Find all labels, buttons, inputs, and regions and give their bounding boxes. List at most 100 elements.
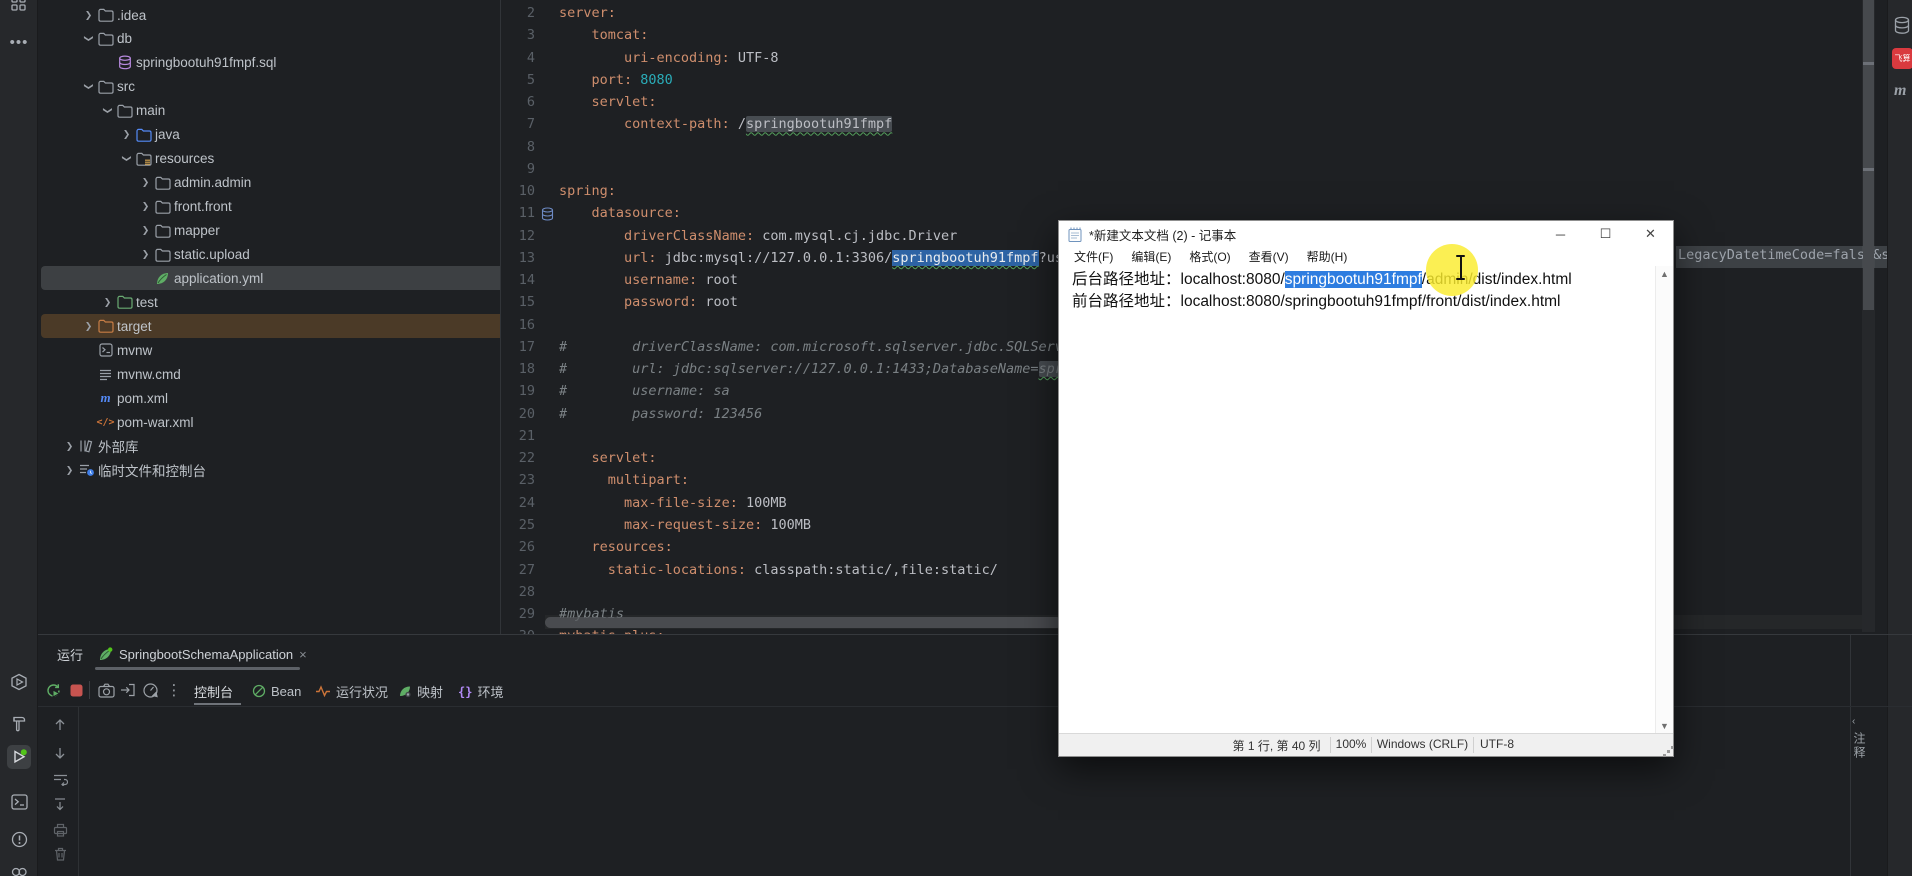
folder-icon <box>97 31 114 47</box>
bean-icon <box>252 684 266 698</box>
folder-resources-icon <box>135 151 152 167</box>
thread-dump-camera-icon[interactable] <box>95 679 117 701</box>
tree-item-mvnw.cmd[interactable]: mvnw.cmd <box>38 362 500 386</box>
chevron-collapsed-icon[interactable]: ❯ <box>80 321 97 332</box>
close-button[interactable]: ✕ <box>1628 221 1673 247</box>
tree-item-label: db <box>117 31 133 47</box>
view-tab-console[interactable]: 控制台 <box>194 680 233 702</box>
tree-item-pom.xml[interactable]: m pom.xml <box>38 386 500 410</box>
scroll-to-end-icon[interactable] <box>51 795 69 813</box>
plugin-badge-icon[interactable]: 飞算 <box>1892 48 1912 69</box>
run-toolwindow-icon[interactable] <box>7 745 31 769</box>
tree-item-static.upload[interactable]: ❯ static.upload <box>38 243 500 267</box>
tree-item-.idea[interactable]: ❯ .idea <box>38 3 500 27</box>
code-line-20: # password: 123456 <box>559 405 763 422</box>
chevron-collapsed-icon[interactable]: ❯ <box>137 201 154 212</box>
view-tab-bean[interactable]: Bean <box>252 680 301 702</box>
database-toolwindow-icon[interactable] <box>1893 16 1911 35</box>
menu-item-4[interactable]: 帮助(H) <box>1298 247 1357 266</box>
notepad-window[interactable]: *新建文本文档 (2) - 记事本 ─ ☐ ✕ 文件(F) 编辑(E) 格式(O) 查… <box>1058 220 1674 757</box>
chevron-expanded-icon[interactable]: ❯ <box>83 30 94 47</box>
more-toolwindows-icon[interactable]: ••• <box>7 30 31 54</box>
chevron-collapsed-icon[interactable]: ❯ <box>61 441 78 452</box>
terminal-icon[interactable] <box>7 790 31 814</box>
chevron-expanded-icon[interactable]: ❯ <box>102 102 113 119</box>
tree-item-front.front[interactable]: ❯ front.front <box>38 195 500 219</box>
line-number: 6 <box>526 94 535 111</box>
chevron-collapsed-icon[interactable]: ❯ <box>99 297 116 308</box>
menu-item-0[interactable]: 文件(F) <box>1065 247 1122 266</box>
more-options-kebab-icon[interactable]: ⋮ <box>163 679 185 701</box>
chevron-collapsed-icon[interactable]: ❯ <box>137 177 154 188</box>
services-icon[interactable] <box>7 670 31 694</box>
divider <box>1473 737 1474 753</box>
tree-item-main[interactable]: ❯ main <box>38 99 500 123</box>
tree-item-mvnw[interactable]: mvnw <box>38 338 500 362</box>
clear-trash-icon[interactable] <box>51 845 69 863</box>
view-tab-mapping[interactable]: 映射 <box>398 680 443 702</box>
tree-item--[interactable]: ❯ 外部库 <box>38 434 500 458</box>
scroll-down-icon[interactable] <box>51 744 69 762</box>
minimize-button[interactable]: ─ <box>1538 221 1583 247</box>
tree-item-target[interactable]: ❯ target <box>38 314 500 339</box>
tree-item-application.yml[interactable]: application.yml <box>38 266 500 291</box>
tree-item-label: src <box>117 79 135 95</box>
gauge-icon[interactable] <box>139 679 161 701</box>
profiler-icon[interactable] <box>7 860 31 876</box>
close-tab-icon[interactable]: × <box>299 647 307 662</box>
folder-java-icon <box>135 127 152 143</box>
problems-icon[interactable] <box>7 827 31 851</box>
editor-vertical-scrollbar-thumb[interactable] <box>1863 0 1874 310</box>
attach-debugger-icon[interactable] <box>117 679 139 701</box>
print-icon[interactable] <box>51 821 69 839</box>
sql-file-icon <box>116 55 133 71</box>
resize-grip[interactable] <box>1667 750 1670 753</box>
editor-horizontal-scrollbar-thumb[interactable] <box>545 617 1062 628</box>
menu-item-2[interactable]: 格式(O) <box>1180 247 1239 266</box>
tree-item-mapper[interactable]: ❯ mapper <box>38 219 500 243</box>
datasource-gutter-icon[interactable] <box>541 207 554 221</box>
scrollbar-up-icon[interactable]: ▲ <box>1656 269 1673 279</box>
project-structure-icon[interactable] <box>7 0 31 16</box>
collapse-chevron-icon[interactable]: ‹ <box>1852 716 1855 727</box>
tree-item-db[interactable]: ❯ db <box>38 27 500 51</box>
tree-item-label: pom-war.xml <box>117 414 194 430</box>
chevron-collapsed-icon[interactable]: ❯ <box>61 465 78 476</box>
tree-item-resources[interactable]: ❯ resources <box>38 147 500 171</box>
line-number: 21 <box>518 427 535 444</box>
soft-wrap-icon[interactable] <box>51 770 69 788</box>
tree-item-pom-war.xml[interactable]: </> pom-war.xml <box>38 410 500 434</box>
notepad-icon <box>1068 227 1082 242</box>
line-number: 7 <box>526 116 535 133</box>
notepad-text-area[interactable]: 后台路径地址：localhost:8080/springbootuh91fmpf… <box>1059 266 1656 734</box>
stop-button[interactable] <box>65 679 87 701</box>
view-tab-braces[interactable]: {} 环境 <box>458 680 503 702</box>
maven-toolwindow-icon[interactable]: m <box>1894 82 1906 100</box>
scroll-up-icon[interactable] <box>51 716 69 734</box>
chevron-collapsed-icon[interactable]: ❯ <box>137 225 154 236</box>
tree-item--[interactable]: ❯ 临时文件和控制台 <box>38 458 500 482</box>
run-configuration-tab[interactable]: SpringbootSchemaApplication × <box>98 642 307 666</box>
maximize-button[interactable]: ☐ <box>1583 221 1628 247</box>
menu-item-3[interactable]: 查看(V) <box>1240 247 1298 266</box>
active-tab-underline <box>95 667 300 670</box>
notepad-scrollbar[interactable]: ▲ ▼ <box>1655 266 1673 734</box>
tree-item-test[interactable]: ❯ test <box>38 290 500 314</box>
chevron-expanded-icon[interactable]: ❯ <box>83 78 94 95</box>
scrollbar-down-icon[interactable]: ▼ <box>1656 721 1673 731</box>
chevron-collapsed-icon[interactable]: ❯ <box>118 129 135 140</box>
tree-item-springbootuh91fmpf.sql[interactable]: springbootuh91fmpf.sql <box>38 51 500 75</box>
comments-stripe-label[interactable]: 注释 <box>1851 732 1868 760</box>
line-number: 13 <box>518 249 535 266</box>
line-number: 4 <box>526 49 535 66</box>
tree-item-admin.admin[interactable]: ❯ admin.admin <box>38 171 500 195</box>
chevron-collapsed-icon[interactable]: ❯ <box>137 249 154 260</box>
tree-item-src[interactable]: ❯ src <box>38 75 500 99</box>
view-tab-pulse[interactable]: 运行状况 <box>315 680 388 702</box>
chevron-collapsed-icon[interactable]: ❯ <box>80 10 97 21</box>
tree-item-java[interactable]: ❯ java <box>38 123 500 147</box>
rerun-button[interactable] <box>42 679 64 701</box>
chevron-expanded-icon[interactable]: ❯ <box>121 150 132 167</box>
build-icon[interactable] <box>7 711 31 735</box>
menu-item-1[interactable]: 编辑(E) <box>1122 247 1180 266</box>
